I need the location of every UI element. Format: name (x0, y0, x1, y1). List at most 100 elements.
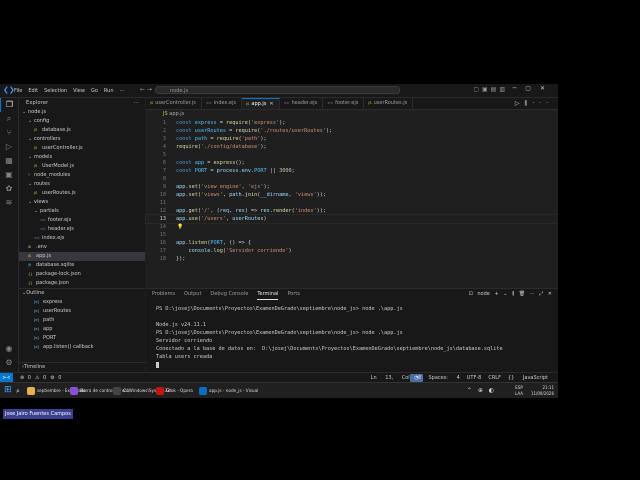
file-tree-item[interactable]: <> header.ejs (19, 225, 145, 234)
layout-toggles-icon[interactable]: ▢▣▤▥ (473, 86, 508, 93)
code-token: app (176, 240, 186, 246)
menu-item-file[interactable]: File (14, 88, 22, 94)
outline-item[interactable]: [e] app.listen() callback (19, 343, 145, 352)
tray-icons[interactable]: ⌃ ⊕ ◐ (467, 387, 496, 394)
panel-tab-debug-console[interactable]: Debug Console (210, 289, 248, 300)
file-tree-item[interactable]: › node_modules (19, 171, 145, 180)
outline-item[interactable]: [e] userRoutes (19, 307, 145, 316)
terminal-output[interactable]: PS D:\josej\Documents\Proyectos\ExamenDe… (156, 305, 503, 369)
status-item[interactable]: UTF-8 (467, 375, 482, 381)
file-tree-item[interactable]: ⚙ .env (19, 243, 145, 252)
panel-tab-ports[interactable]: Ports (287, 289, 300, 300)
menu-item-go[interactable]: Go (91, 88, 98, 94)
taskbar-search-icon[interactable]: ⌕ (16, 387, 20, 396)
panel-tab-problems[interactable]: Problems (152, 289, 175, 300)
file-tree-item[interactable]: JS database.js (19, 126, 145, 135)
ejs-file-icon: <> (40, 227, 46, 231)
taskbar-app[interactable]: app.js - node_js - Visual (199, 386, 258, 396)
settings-gear-icon[interactable]: ⚙ (0, 356, 18, 370)
close-icon[interactable]: ✕ (269, 101, 273, 107)
file-tree-item[interactable]: ⌄ partials (19, 207, 145, 216)
line-number: 12 (159, 208, 166, 214)
file-tree-item[interactable]: ⌄ views (19, 198, 145, 207)
code-token: join (244, 192, 258, 198)
file-tree-item[interactable]: JS userRoutes.js (19, 189, 145, 198)
status-item[interactable]: ⚠ 0 (35, 375, 46, 381)
editor-tab[interactable]: JS userController.js (146, 98, 202, 109)
panel-tab-terminal[interactable]: Terminal (257, 289, 279, 300)
status-item[interactable]: Ln 13, Col 8 (371, 375, 422, 381)
status-item[interactable]: CRLF (488, 375, 501, 381)
file-tree-item[interactable]: ▤ database.sqlite (19, 261, 145, 270)
file-tree-item[interactable]: <> footer.ejs (19, 216, 145, 225)
windows-start-icon[interactable]: ⊞ (4, 386, 13, 395)
js-file-icon: JS (34, 128, 38, 132)
database-icon[interactable]: ≋ (0, 196, 18, 210)
editor-tab[interactable]: <> footer.ejs (323, 98, 365, 109)
outline-item[interactable]: [e] express (19, 298, 145, 307)
explorer-icon[interactable]: ❐ (0, 98, 18, 112)
code-line: 5 (146, 151, 558, 159)
code-token: 3000 (279, 168, 292, 174)
outline-item[interactable]: [e] path (19, 316, 145, 325)
menu-item-selection[interactable]: Selection (44, 88, 67, 94)
file-tree-item[interactable]: {} package-lock.json (19, 270, 145, 279)
code-token: const (176, 160, 195, 166)
extensions-icon[interactable]: ▦ (0, 154, 18, 168)
status-item[interactable]: ⊗ 0 (20, 375, 31, 381)
file-tree-item[interactable]: <> index.ejs (19, 234, 145, 243)
taskbar-app[interactable]: Grok - Opera (156, 386, 193, 396)
code-editor[interactable]: 1 const express = require('express'); 2 con… (145, 119, 558, 279)
code-token: app (176, 184, 186, 190)
editor-actions-icon[interactable]: ▷⫼··· (515, 98, 553, 109)
lightbulb-icon[interactable]: 💡 (177, 223, 183, 231)
menu-item-run[interactable]: Run (104, 88, 114, 94)
code-token: app (176, 216, 186, 222)
editor-tab[interactable]: JS userRoutes.js (364, 98, 414, 109)
timeline-section-header[interactable]: ›Timeline (19, 362, 148, 372)
window-controls[interactable]: ─▢✕ (513, 85, 554, 92)
language-indicator[interactable]: ESP LAA (515, 385, 523, 397)
vscode-logo-icon: ❮❯ (3, 86, 15, 94)
outline-item[interactable]: [e] PORT (19, 334, 145, 343)
panel-actions[interactable]: ⊡ node + ⌄ ⫼ 🗑 ··· ⤢ ✕ (469, 289, 552, 300)
file-tree-item[interactable]: ⌄ controllers (19, 135, 145, 144)
outline-section-header[interactable]: ⌄Outline (19, 288, 145, 298)
breadcrumb[interactable]: JS app.js (146, 110, 184, 118)
panel-tab-output[interactable]: Output (184, 289, 201, 300)
status-item[interactable]: ⚙ 0 (50, 375, 61, 381)
file-tree-item[interactable]: JS userController.js (19, 144, 145, 153)
editor-tab[interactable]: <> index.ejs (202, 98, 243, 109)
outline-item[interactable]: [e] app (19, 325, 145, 334)
code-token: process (216, 168, 239, 174)
more-menu-icon[interactable]: ··· (120, 88, 125, 94)
search-icon[interactable]: ⌕ (0, 112, 18, 126)
panel-actions-icon[interactable]: + ⌄ ⫼ 🗑 ··· ⤢ ✕ (494, 291, 552, 297)
terminal-name[interactable]: node (477, 291, 489, 297)
status-item[interactable]: {} JavaScript (508, 375, 548, 381)
explorer-more-icon[interactable]: ··· (134, 98, 139, 108)
file-tree-item[interactable]: {} package.json (19, 279, 145, 288)
variable-icon: [e] (34, 345, 39, 349)
nav-arrows-icon[interactable]: ← → (140, 86, 152, 93)
file-tree-item[interactable]: JS UserModel.js (19, 162, 145, 171)
run-debug-icon[interactable]: ▷ (0, 140, 18, 154)
command-center-search[interactable]: node.js (155, 86, 400, 94)
file-tree-item[interactable]: JS app.js (19, 252, 145, 261)
remote-explorer-icon[interactable]: ▣ (0, 168, 18, 182)
code-token: ); (260, 136, 267, 142)
menu-item-edit[interactable]: Edit (28, 88, 38, 94)
workspace-root[interactable]: ⌄ node.js (19, 108, 145, 117)
account-icon[interactable]: ◉ (0, 342, 18, 356)
file-tree-item[interactable]: ⌄ config (19, 117, 145, 126)
source-control-icon[interactable]: ⑂ (0, 126, 18, 140)
file-tree-item[interactable]: ⌄ models (19, 153, 145, 162)
file-tree-item[interactable]: ⌄ routes (19, 180, 145, 189)
variable-icon: [e] (34, 318, 39, 322)
editor-tab[interactable]: <> header.ejs (280, 98, 324, 109)
menu-item-view[interactable]: View (73, 88, 85, 94)
clock[interactable]: 21:11 11/09/2026 (531, 385, 554, 397)
editor-tab[interactable]: JS app.js ✕ (242, 98, 280, 109)
python-icon[interactable]: ✿ (0, 182, 18, 196)
status-item[interactable]: Spaces: 4 (428, 375, 459, 381)
